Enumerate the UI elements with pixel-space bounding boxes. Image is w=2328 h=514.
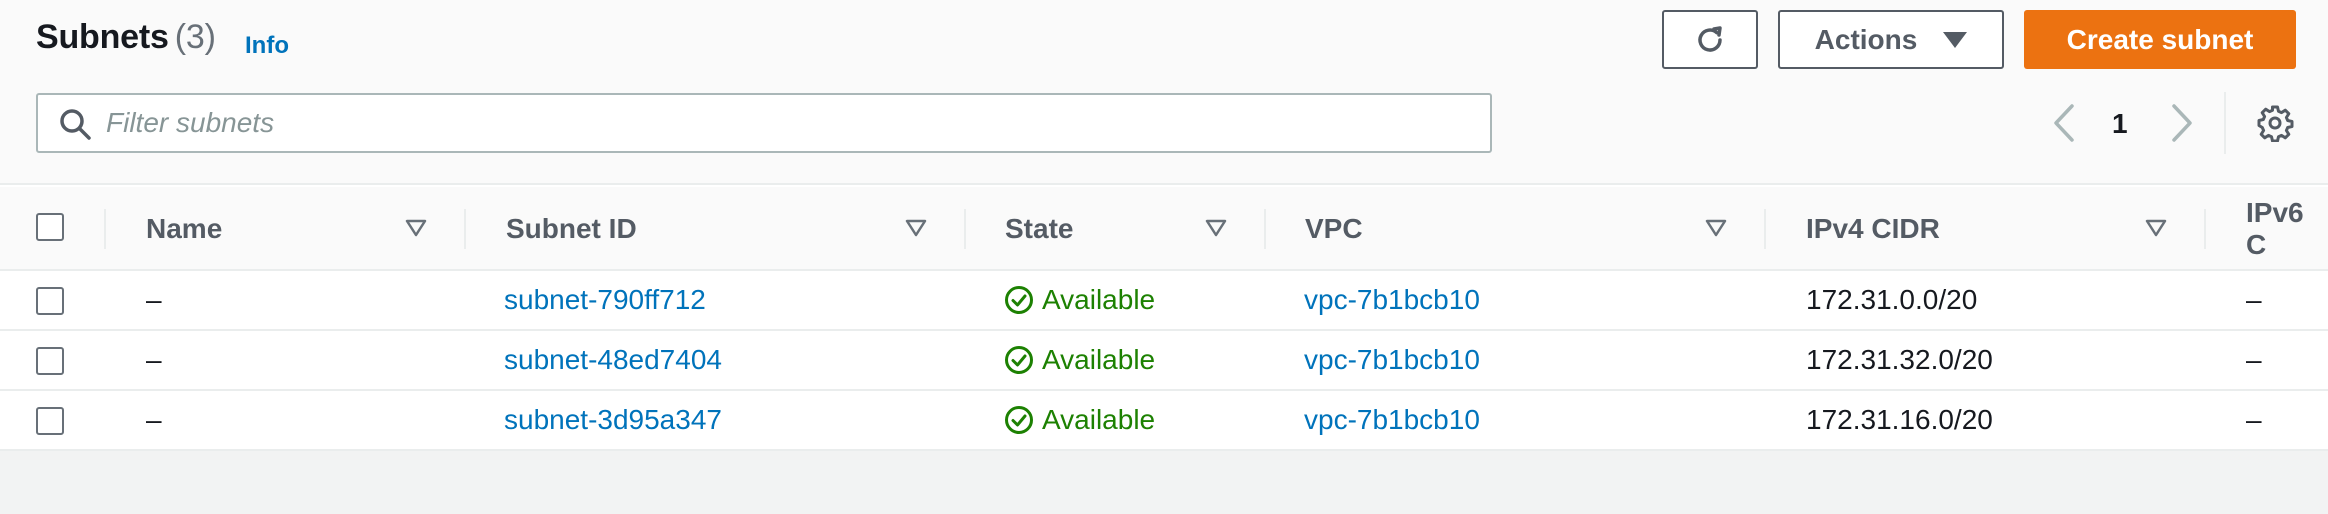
table-row[interactable]: – subnet-790ff712 Available vpc-7b1bcb10… — [0, 271, 2328, 331]
pager-divider — [2224, 92, 2226, 154]
page-title-text: Subnets — [36, 18, 169, 56]
column-separator — [1264, 209, 1266, 249]
cell-ipv4-cidr: 172.31.0.0/20 — [1806, 284, 1978, 315]
column-separator — [2204, 209, 2206, 249]
filter-input[interactable] — [106, 99, 1476, 147]
cell-name: – — [146, 404, 162, 435]
column-separator — [964, 209, 966, 249]
current-page[interactable]: 1 — [2112, 108, 2128, 140]
filter-box — [36, 93, 1492, 153]
cell-ipv6-cidr: – — [2246, 404, 2262, 435]
create-subnet-button[interactable]: Create subnet — [2024, 10, 2296, 69]
row-checkbox[interactable] — [36, 407, 64, 435]
state-label: Available — [1042, 344, 1156, 375]
caret-down-icon — [1943, 31, 1968, 48]
cell-ipv6-cidr: – — [2246, 344, 2262, 375]
column-separator — [464, 209, 466, 249]
cell-name: – — [146, 344, 162, 375]
cell-ipv4-cidr: 172.31.16.0/20 — [1806, 404, 1993, 435]
gear-icon[interactable] — [2256, 104, 2294, 142]
sort-caret-icon[interactable] — [2144, 217, 2168, 239]
row-checkbox[interactable] — [36, 287, 64, 315]
subnet-count: (3) — [174, 18, 216, 56]
actions-label: Actions — [1814, 23, 1918, 55]
state-cell: Available — [1004, 391, 1155, 449]
state-label: Available — [1042, 404, 1156, 435]
vpc-link[interactable]: vpc-7b1bcb10 — [1304, 331, 1480, 389]
check-circle-icon — [1005, 286, 1033, 314]
chevron-right-icon[interactable] — [2166, 100, 2198, 146]
subnet-id-link[interactable]: subnet-3d95a347 — [504, 391, 722, 449]
column-separator — [104, 209, 106, 249]
column-header-name[interactable]: Name — [146, 187, 222, 271]
page-title: Subnets (3) — [36, 18, 216, 57]
table-header: Name Subnet ID State VPC IPv4 CIDR IPv6 … — [0, 187, 2328, 271]
subnet-id-link[interactable]: subnet-48ed7404 — [504, 331, 722, 389]
panel-header: Subnets(3) Info Actions Create subnet 1 — [0, 0, 2328, 185]
column-separator — [1764, 209, 1766, 249]
column-header-vpc[interactable]: VPC — [1305, 187, 1363, 271]
sort-caret-icon[interactable] — [404, 217, 428, 239]
info-link[interactable]: Info — [245, 32, 289, 60]
state-label: Available — [1042, 284, 1156, 315]
chevron-left-icon[interactable] — [2048, 100, 2080, 146]
sort-caret-icon[interactable] — [904, 217, 928, 239]
column-header-ipv6-cidr[interactable]: IPv6 C — [2246, 187, 2328, 271]
vpc-link[interactable]: vpc-7b1bcb10 — [1304, 391, 1480, 449]
sort-caret-icon[interactable] — [1704, 217, 1728, 239]
select-all-checkbox[interactable] — [36, 213, 64, 241]
subnet-id-link[interactable]: subnet-790ff712 — [504, 271, 706, 329]
column-header-state[interactable]: State — [1005, 187, 1073, 271]
row-checkbox[interactable] — [36, 347, 64, 375]
cell-name: – — [146, 284, 162, 315]
refresh-button[interactable] — [1662, 10, 1758, 69]
check-circle-icon — [1005, 346, 1033, 374]
vpc-link[interactable]: vpc-7b1bcb10 — [1304, 271, 1480, 329]
column-header-ipv4-cidr[interactable]: IPv4 CIDR — [1806, 187, 1940, 271]
actions-button[interactable]: Actions — [1778, 10, 2004, 69]
table-row[interactable]: – subnet-3d95a347 Available vpc-7b1bcb10… — [0, 391, 2328, 451]
subnets-panel: Subnets(3) Info Actions Create subnet 1 — [0, 0, 2328, 451]
column-header-subnet-id[interactable]: Subnet ID — [506, 187, 637, 271]
cell-ipv6-cidr: – — [2246, 284, 2262, 315]
check-circle-icon — [1005, 406, 1033, 434]
search-icon — [60, 109, 91, 140]
sort-caret-icon[interactable] — [1204, 217, 1228, 239]
refresh-icon — [1698, 25, 1722, 52]
state-cell: Available — [1004, 331, 1155, 389]
state-cell: Available — [1004, 271, 1155, 329]
cell-ipv4-cidr: 172.31.32.0/20 — [1806, 344, 1993, 375]
table-row[interactable]: – subnet-48ed7404 Available vpc-7b1bcb10… — [0, 331, 2328, 391]
